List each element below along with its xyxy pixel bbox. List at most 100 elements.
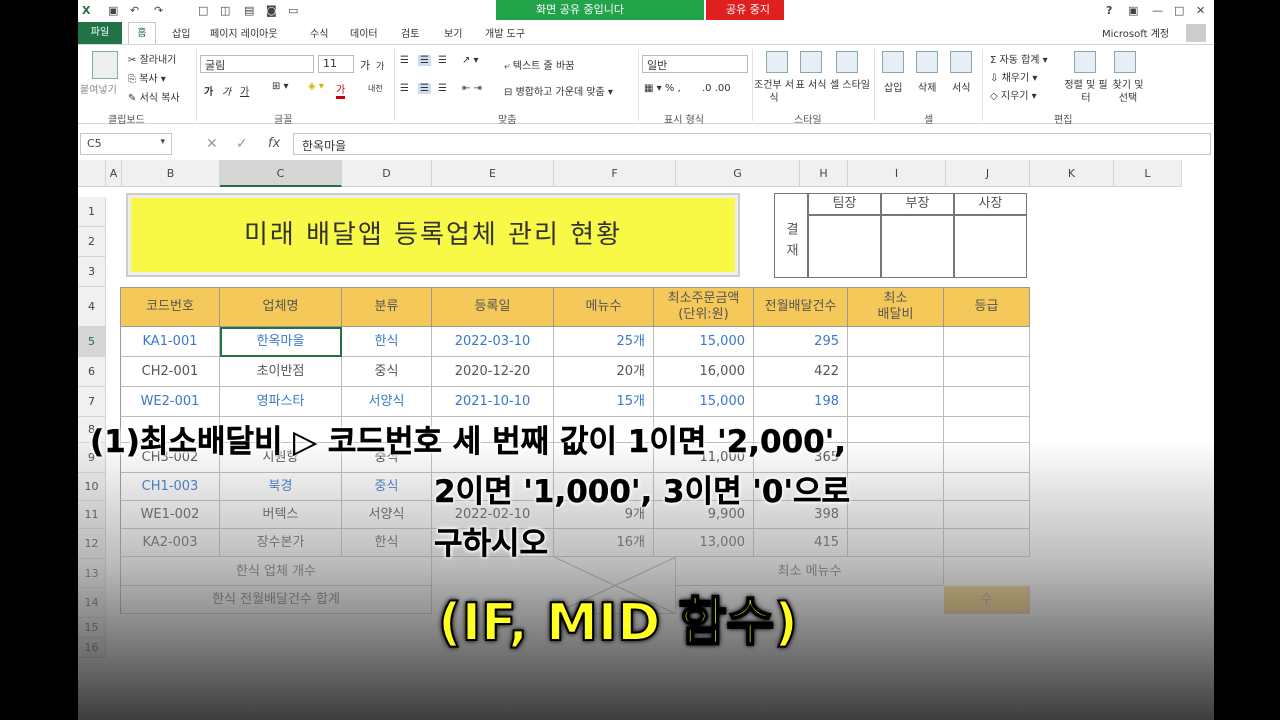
orientation-icon[interactable]: ↗ ▾: [462, 55, 479, 66]
ribbon-options-icon[interactable]: ▣: [1128, 4, 1138, 17]
phonetic-button[interactable]: 내천: [368, 83, 383, 94]
table-cell-min[interactable]: 15,000: [654, 387, 754, 417]
table-cell-empty[interactable]: [848, 327, 944, 357]
table-cell-name[interactable]: 영파스타: [220, 387, 342, 417]
row-header-6[interactable]: 6: [78, 357, 106, 387]
table-cell-cnt[interactable]: 295: [754, 327, 848, 357]
row-header-2[interactable]: 2: [78, 227, 106, 257]
insert-cells-icon[interactable]: [882, 51, 904, 73]
align-top-icon[interactable]: ☰: [400, 55, 409, 66]
font-size-select[interactable]: 11: [318, 55, 354, 73]
enter-icon[interactable]: ✓: [236, 136, 248, 152]
merge-center-button[interactable]: ⊟ 병합하고 가운데 맞춤 ▾: [504, 83, 613, 98]
conditional-format-icon[interactable]: [766, 51, 788, 73]
decimal-icon[interactable]: .0 .00: [702, 83, 731, 94]
stop-share-button[interactable]: 공유 중지: [706, 0, 784, 20]
clear-button[interactable]: ◇ 지우기 ▾: [990, 87, 1037, 102]
close-icon[interactable]: ✕: [1196, 4, 1205, 17]
cell-styles-button[interactable]: 셀 스타일: [830, 79, 870, 92]
format-painter-button[interactable]: ✎ 서식 복사: [128, 89, 180, 104]
column-header-D[interactable]: D: [342, 160, 432, 187]
table-cell-menu[interactable]: 15개: [554, 387, 654, 417]
underline-button[interactable]: 가: [240, 83, 249, 98]
column-header-L[interactable]: L: [1114, 160, 1182, 187]
table-cell-empty[interactable]: [848, 387, 944, 417]
border-icon[interactable]: ⊞ ▾: [272, 81, 289, 92]
conditional-format-button[interactable]: 조건부 서식: [754, 79, 794, 105]
insert-cells-button[interactable]: 삽입: [884, 79, 902, 94]
table-cell-menu[interactable]: 25개: [554, 327, 654, 357]
table-cell-cnt[interactable]: 198: [754, 387, 848, 417]
table-cell-date[interactable]: 2022-03-10: [432, 327, 554, 357]
print-preview-icon[interactable]: ◫: [220, 4, 230, 17]
column-header-F[interactable]: F: [554, 160, 676, 187]
paste-button[interactable]: 붙여넣기: [80, 81, 117, 96]
accounting-icon[interactable]: ▦ ▾ % ,: [644, 83, 681, 94]
format-table-icon[interactable]: [800, 51, 822, 73]
italic-button[interactable]: 가: [222, 83, 231, 98]
row-header-3[interactable]: 3: [78, 257, 106, 287]
paste-icon[interactable]: [92, 51, 118, 79]
table-cell-name[interactable]: 초이반점: [220, 357, 342, 387]
font-name-select[interactable]: 굴림: [200, 55, 314, 73]
table-cell-cat[interactable]: 한식: [342, 327, 432, 357]
format-cells-icon[interactable]: [950, 51, 972, 73]
column-header-C[interactable]: C: [220, 160, 342, 187]
delete-cells-icon[interactable]: [916, 51, 938, 73]
delete-cells-button[interactable]: 삭제: [918, 79, 936, 94]
minimize-icon[interactable]: —: [1152, 4, 1163, 17]
find-select-icon[interactable]: [1114, 51, 1136, 73]
column-header-G[interactable]: G: [676, 160, 800, 187]
table-cell-min[interactable]: 16,000: [654, 357, 754, 387]
autosum-button[interactable]: Σ 자동 합계 ▾: [990, 51, 1048, 66]
cancel-icon[interactable]: ✕: [206, 136, 218, 152]
shrink-font-button[interactable]: 가: [376, 59, 384, 72]
table-cell-code[interactable]: WE2-001: [120, 387, 220, 417]
tab-insert[interactable]: 삽입: [172, 25, 190, 40]
maximize-icon[interactable]: □: [1174, 4, 1184, 17]
align-middle-icon[interactable]: ☰: [418, 55, 431, 66]
account-label[interactable]: Microsoft 계정: [1102, 25, 1169, 40]
column-header-K[interactable]: K: [1030, 160, 1114, 187]
table-cell-code[interactable]: CH2-001: [120, 357, 220, 387]
fx-button[interactable]: fx: [268, 136, 280, 151]
table-cell-cat[interactable]: 서양식: [342, 387, 432, 417]
redo-icon[interactable]: ↷: [154, 4, 163, 17]
align-right-icon[interactable]: ☰: [438, 83, 447, 94]
camera-icon[interactable]: ◙: [266, 4, 277, 17]
table-cell-code[interactable]: KA1-001: [120, 327, 220, 357]
tab-formulas[interactable]: 수식: [310, 25, 328, 40]
table-cell-min[interactable]: 15,000: [654, 327, 754, 357]
tab-home[interactable]: 홈: [128, 22, 156, 45]
table-cell-empty[interactable]: [944, 387, 1030, 417]
select-all-corner[interactable]: [78, 160, 106, 187]
bold-button[interactable]: 가: [204, 83, 213, 98]
table-cell-name[interactable]: 한옥마을: [220, 327, 342, 357]
row-header-7[interactable]: 7: [78, 387, 106, 417]
row-header-4[interactable]: 4: [78, 287, 106, 327]
table-cell-cat[interactable]: 중식: [342, 357, 432, 387]
format-table-button[interactable]: 표 서식: [794, 79, 828, 92]
tab-data[interactable]: 데이터: [350, 25, 378, 40]
table-cell-empty[interactable]: [944, 327, 1030, 357]
fill-button[interactable]: ⇩ 채우기 ▾: [990, 69, 1037, 84]
sort-filter-button[interactable]: 정렬 및 필터: [1064, 79, 1108, 105]
cell-styles-icon[interactable]: [836, 51, 858, 73]
table-cell-menu[interactable]: 20개: [554, 357, 654, 387]
column-header-B[interactable]: B: [122, 160, 220, 187]
tab-file[interactable]: 파일: [78, 22, 122, 44]
fill-color-icon[interactable]: ◈ ▾: [308, 81, 324, 92]
copy-button[interactable]: ⎘ 복사 ▾: [128, 70, 166, 85]
save-icon[interactable]: ▣: [108, 4, 118, 17]
tab-review[interactable]: 검토: [401, 25, 419, 40]
column-header-A[interactable]: A: [106, 160, 122, 187]
formula-input[interactable]: 한옥마을: [293, 133, 1211, 155]
table-cell-empty[interactable]: [848, 357, 944, 387]
row-header-1[interactable]: 1: [78, 197, 106, 227]
table-cell-date[interactable]: 2020-12-20: [432, 357, 554, 387]
column-header-I[interactable]: I: [848, 160, 946, 187]
number-format-select[interactable]: 일반: [642, 55, 748, 73]
find-select-button[interactable]: 찾기 및 선택: [1108, 79, 1148, 105]
wrap-text-button[interactable]: ⤶ 텍스트 줄 바꿈: [504, 57, 574, 72]
sort-filter-icon[interactable]: [1074, 51, 1096, 73]
